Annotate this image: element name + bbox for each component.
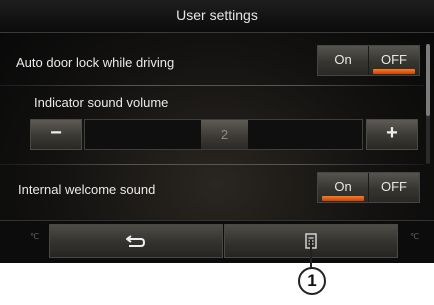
welcome-sound-on-option[interactable]: On xyxy=(318,173,368,202)
indicator-volume-label: Indicator sound volume xyxy=(34,95,169,110)
volume-decrease-button[interactable]: − xyxy=(30,119,82,150)
volume-increase-button[interactable]: + xyxy=(366,119,418,150)
settings-screen: User settings Auto door lock while drivi… xyxy=(0,0,434,263)
auto-door-lock-on-option[interactable]: On xyxy=(318,46,368,75)
welcome-sound-toggle[interactable]: On OFF xyxy=(317,172,420,203)
welcome-sound-off-option[interactable]: OFF xyxy=(368,173,419,202)
callout-marker: 1 xyxy=(298,267,326,295)
row-divider xyxy=(0,164,424,165)
row-divider xyxy=(0,85,424,86)
welcome-sound-label: Internal welcome sound xyxy=(18,182,156,197)
temperature-indicator-left: ℃ xyxy=(30,232,39,241)
page-title: User settings xyxy=(0,0,434,33)
back-arrow-icon xyxy=(126,234,146,247)
temperature-indicator-right: ℃ xyxy=(410,232,419,241)
scrollbar[interactable] xyxy=(426,44,430,164)
volume-stepper-bar[interactable]: 2 xyxy=(84,119,363,150)
auto-door-lock-label: Auto door lock while driving xyxy=(16,55,175,70)
auto-door-lock-toggle[interactable]: On OFF xyxy=(317,45,420,76)
callout-line xyxy=(310,240,312,268)
bottom-bar xyxy=(0,220,434,263)
scrollbar-thumb[interactable] xyxy=(426,44,430,116)
volume-value: 2 xyxy=(201,120,248,149)
back-button[interactable] xyxy=(49,224,223,258)
auto-door-lock-off-option[interactable]: OFF xyxy=(368,46,419,75)
